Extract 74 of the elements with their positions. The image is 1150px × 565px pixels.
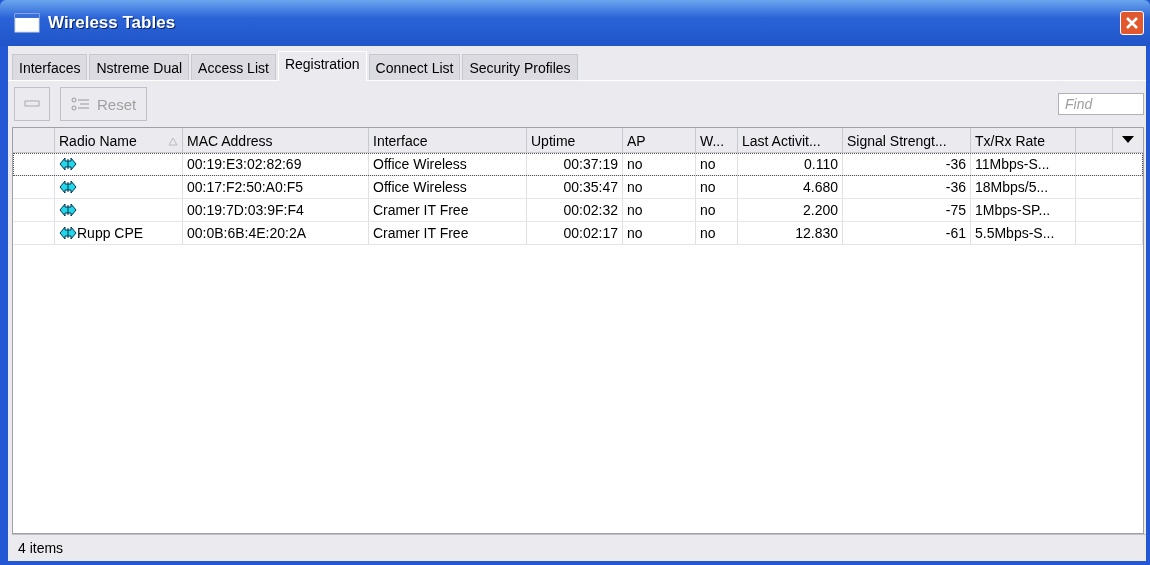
table-cell: 00:37:19 — [563, 156, 618, 172]
column-header[interactable]: AP — [623, 128, 696, 152]
column-header[interactable]: Signal Strengt... — [843, 128, 971, 152]
close-button[interactable] — [1120, 11, 1144, 35]
table-cell: no — [627, 202, 643, 218]
tab[interactable]: Access List — [191, 54, 276, 80]
table-cell: 4.680 — [802, 179, 838, 195]
column-header[interactable]: Last Activit... — [738, 128, 843, 152]
table-cell: -75 — [945, 202, 966, 218]
table-cell: Cramer IT Free — [373, 225, 469, 241]
tab[interactable]: Nstreme Dual — [89, 54, 190, 80]
close-icon — [1125, 16, 1139, 30]
table-cell: no — [700, 225, 716, 241]
table-cell: 18Mbps/5... — [975, 179, 1049, 195]
tab[interactable]: Interfaces — [12, 54, 88, 80]
double-arrow-icon — [59, 180, 77, 194]
search-field[interactable]: Find — [1058, 93, 1144, 115]
item-count: 4 items — [18, 540, 64, 556]
double-arrow-icon — [59, 157, 77, 171]
table-cell: no — [700, 156, 716, 172]
column-label: Radio Name — [59, 133, 137, 149]
minus-icon — [24, 100, 40, 108]
table-cell: 00:02:17 — [563, 225, 618, 241]
column-header[interactable]: Interface — [369, 128, 527, 152]
tab[interactable]: Registration — [277, 51, 367, 81]
table-cell: no — [627, 225, 643, 241]
column-header[interactable]: Tx/Rx Rate — [971, 128, 1076, 152]
column-label: Tx/Rx Rate — [975, 133, 1045, 149]
window-title: Wireless Tables — [48, 13, 177, 33]
list-icon — [71, 97, 91, 111]
column-label: Last Activit... — [742, 133, 821, 149]
table-row[interactable]: Rupp CPE 00:0B:6B:4E:20:2A Cramer IT Free 00:02:17 no no 12.830 -61 5.5Mbps-S... — [13, 222, 1143, 245]
table-row[interactable]: 00:19:E3:02:82:69 Office Wireless 00:37:19 no no 0.110 -36 11Mbps-S... — [13, 153, 1143, 176]
table-cell: Cramer IT Free — [373, 202, 469, 218]
column-header[interactable]: Radio Name — [55, 128, 183, 152]
table-cell: -36 — [945, 156, 966, 172]
table-cell: 00:17:F2:50:A0:F5 — [187, 179, 303, 195]
column-label: Signal Strengt... — [847, 133, 947, 149]
table-cell: -61 — [945, 225, 966, 241]
column-label: W... — [700, 133, 725, 149]
table-cell: 00:35:47 — [563, 179, 618, 195]
table-cell: Office Wireless — [373, 179, 467, 195]
table-cell: Office Wireless — [373, 156, 467, 172]
table-cell: no — [700, 202, 716, 218]
table-cell: 00:19:7D:03:9F:F4 — [187, 202, 304, 218]
table-cell: 00:0B:6B:4E:20:2A — [187, 225, 307, 241]
table-row[interactable]: 00:19:7D:03:9F:F4 Cramer IT Free 00:02:32 no no 2.200 -75 1Mbps-SP... — [13, 199, 1143, 222]
double-arrow-icon — [59, 203, 77, 217]
table-cell: 12.830 — [795, 225, 838, 241]
column-label: Uptime — [531, 133, 576, 149]
tab[interactable]: Security Profiles — [462, 54, 578, 80]
column-label: MAC Address — [187, 133, 273, 149]
column-label: AP — [627, 133, 646, 149]
table-cell: 00:19:E3:02:82:69 — [187, 156, 302, 172]
table-cell: 11Mbps-S... — [975, 156, 1050, 172]
table-cell: 0.110 — [804, 156, 838, 172]
dropdown-arrow-icon — [1122, 136, 1134, 144]
table-cell: Rupp CPE — [77, 225, 144, 241]
column-header[interactable]: Uptime — [527, 128, 623, 152]
table-cell: no — [627, 179, 643, 195]
table-cell: 2.200 — [802, 202, 838, 218]
table-cell: 5.5Mbps-S... — [975, 225, 1055, 241]
table-row[interactable]: 00:17:F2:50:A0:F5 Office Wireless 00:35:47 no no 4.680 -36 18Mbps/5... — [13, 176, 1143, 199]
table-cell: no — [700, 179, 716, 195]
window-icon — [14, 13, 40, 33]
column-header[interactable]: MAC Address — [183, 128, 369, 152]
table-cell: no — [627, 156, 643, 172]
tab[interactable]: Connect List — [368, 54, 461, 80]
column-label: Interface — [373, 133, 428, 149]
column-header[interactable]: W... — [696, 128, 738, 152]
table-cell: -36 — [945, 179, 966, 195]
table-cell: 00:02:32 — [563, 202, 618, 218]
table-cell: 1Mbps-SP... — [975, 202, 1051, 218]
double-arrow-icon — [59, 226, 77, 240]
